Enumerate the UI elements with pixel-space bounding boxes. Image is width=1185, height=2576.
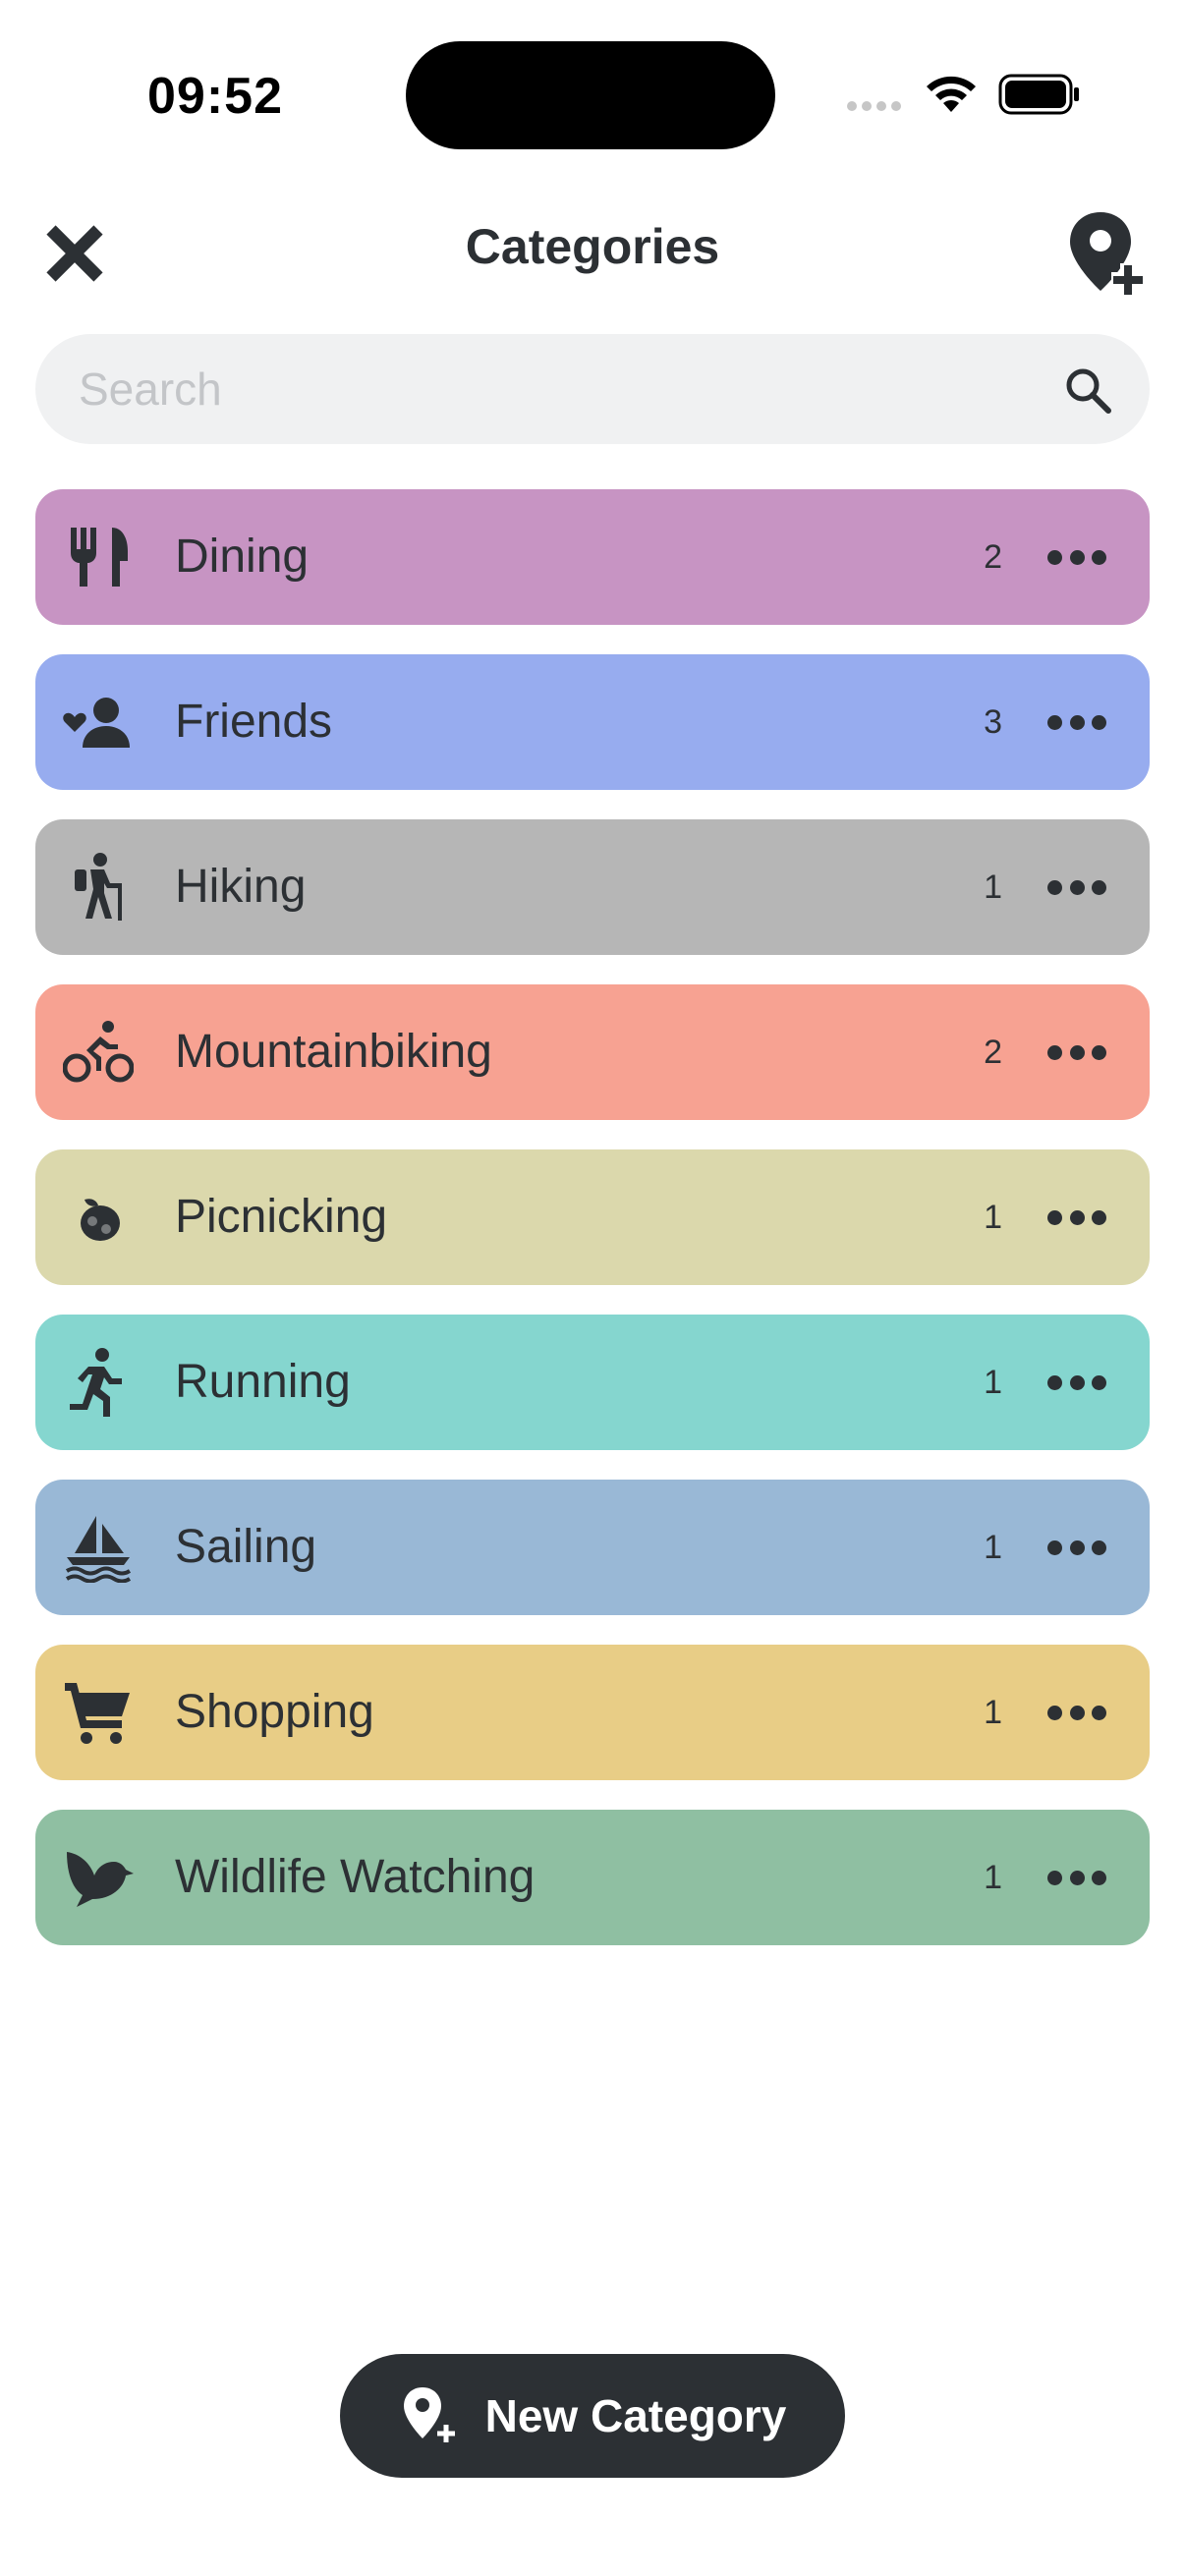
search-input[interactable] xyxy=(79,334,1022,444)
status-bar: 09:52 xyxy=(0,0,1185,187)
category-row-hiking[interactable]: Hiking 1 xyxy=(35,819,1150,955)
category-row-mountainbiking[interactable]: Mountainbiking 2 xyxy=(35,984,1150,1120)
dynamic-island xyxy=(406,41,775,149)
cellular-signal-icon xyxy=(847,101,901,111)
search-bar xyxy=(35,334,1150,444)
page-title: Categories xyxy=(465,219,720,274)
more-options-icon[interactable] xyxy=(1047,1370,1106,1395)
add-location-button[interactable] xyxy=(1061,206,1159,305)
category-row-shopping[interactable]: Shopping 1 xyxy=(35,1645,1150,1780)
category-label: Wildlife Watching xyxy=(175,1851,536,1903)
category-label: Picnicking xyxy=(175,1191,388,1243)
battery-icon xyxy=(998,74,1079,115)
category-label: Friends xyxy=(175,696,333,748)
utensils-icon xyxy=(63,522,134,592)
more-options-icon[interactable] xyxy=(1047,1204,1106,1230)
more-options-icon[interactable] xyxy=(1047,1535,1106,1560)
category-label: Dining xyxy=(175,531,310,583)
sailboat-icon xyxy=(63,1512,134,1584)
category-row-dining[interactable]: Dining 2 xyxy=(35,489,1150,625)
more-options-icon[interactable] xyxy=(1047,544,1106,570)
search-icon[interactable] xyxy=(1063,365,1112,415)
new-category-button[interactable]: New Category xyxy=(340,2354,845,2478)
category-label: Shopping xyxy=(175,1686,374,1738)
category-count: 1 xyxy=(984,1859,1002,1896)
category-row-picnicking[interactable]: Picnicking 1 xyxy=(35,1149,1150,1285)
add-location-icon xyxy=(403,2387,457,2444)
category-count: 2 xyxy=(984,1034,1002,1071)
hiker-icon xyxy=(63,852,134,923)
runner-icon xyxy=(63,1347,134,1418)
more-options-icon[interactable] xyxy=(1047,1865,1106,1890)
picnic-icon xyxy=(63,1182,134,1253)
cyclist-icon xyxy=(62,1017,135,1088)
category-label: Running xyxy=(175,1356,351,1408)
new-category-label: New Category xyxy=(484,2390,787,2441)
category-count: 3 xyxy=(984,703,1002,741)
category-count: 1 xyxy=(984,1199,1002,1236)
more-options-icon[interactable] xyxy=(1047,1700,1106,1725)
category-row-wildlife-watching[interactable]: Wildlife Watching 1 xyxy=(35,1810,1150,1945)
category-count: 2 xyxy=(984,538,1002,576)
category-row-sailing[interactable]: Sailing 1 xyxy=(35,1480,1150,1615)
more-options-icon[interactable] xyxy=(1047,1039,1106,1065)
category-label: Hiking xyxy=(175,861,307,913)
bird-icon xyxy=(63,1842,134,1913)
category-count: 1 xyxy=(984,1694,1002,1731)
status-time: 09:52 xyxy=(147,68,283,125)
category-label: Mountainbiking xyxy=(175,1026,492,1078)
more-options-icon[interactable] xyxy=(1047,709,1106,735)
category-count: 1 xyxy=(984,868,1002,906)
category-list: Dining 2 Friends 3 Hiking 1 Mountainbiki… xyxy=(35,489,1150,1975)
header: Categories xyxy=(0,196,1185,305)
cart-icon xyxy=(63,1677,134,1748)
category-label: Sailing xyxy=(175,1521,317,1573)
user-heart-icon xyxy=(63,687,134,757)
category-row-friends[interactable]: Friends 3 xyxy=(35,654,1150,790)
category-count: 1 xyxy=(984,1529,1002,1566)
category-count: 1 xyxy=(984,1364,1002,1401)
category-row-running[interactable]: Running 1 xyxy=(35,1315,1150,1450)
more-options-icon[interactable] xyxy=(1047,874,1106,900)
wifi-icon xyxy=(927,76,976,112)
